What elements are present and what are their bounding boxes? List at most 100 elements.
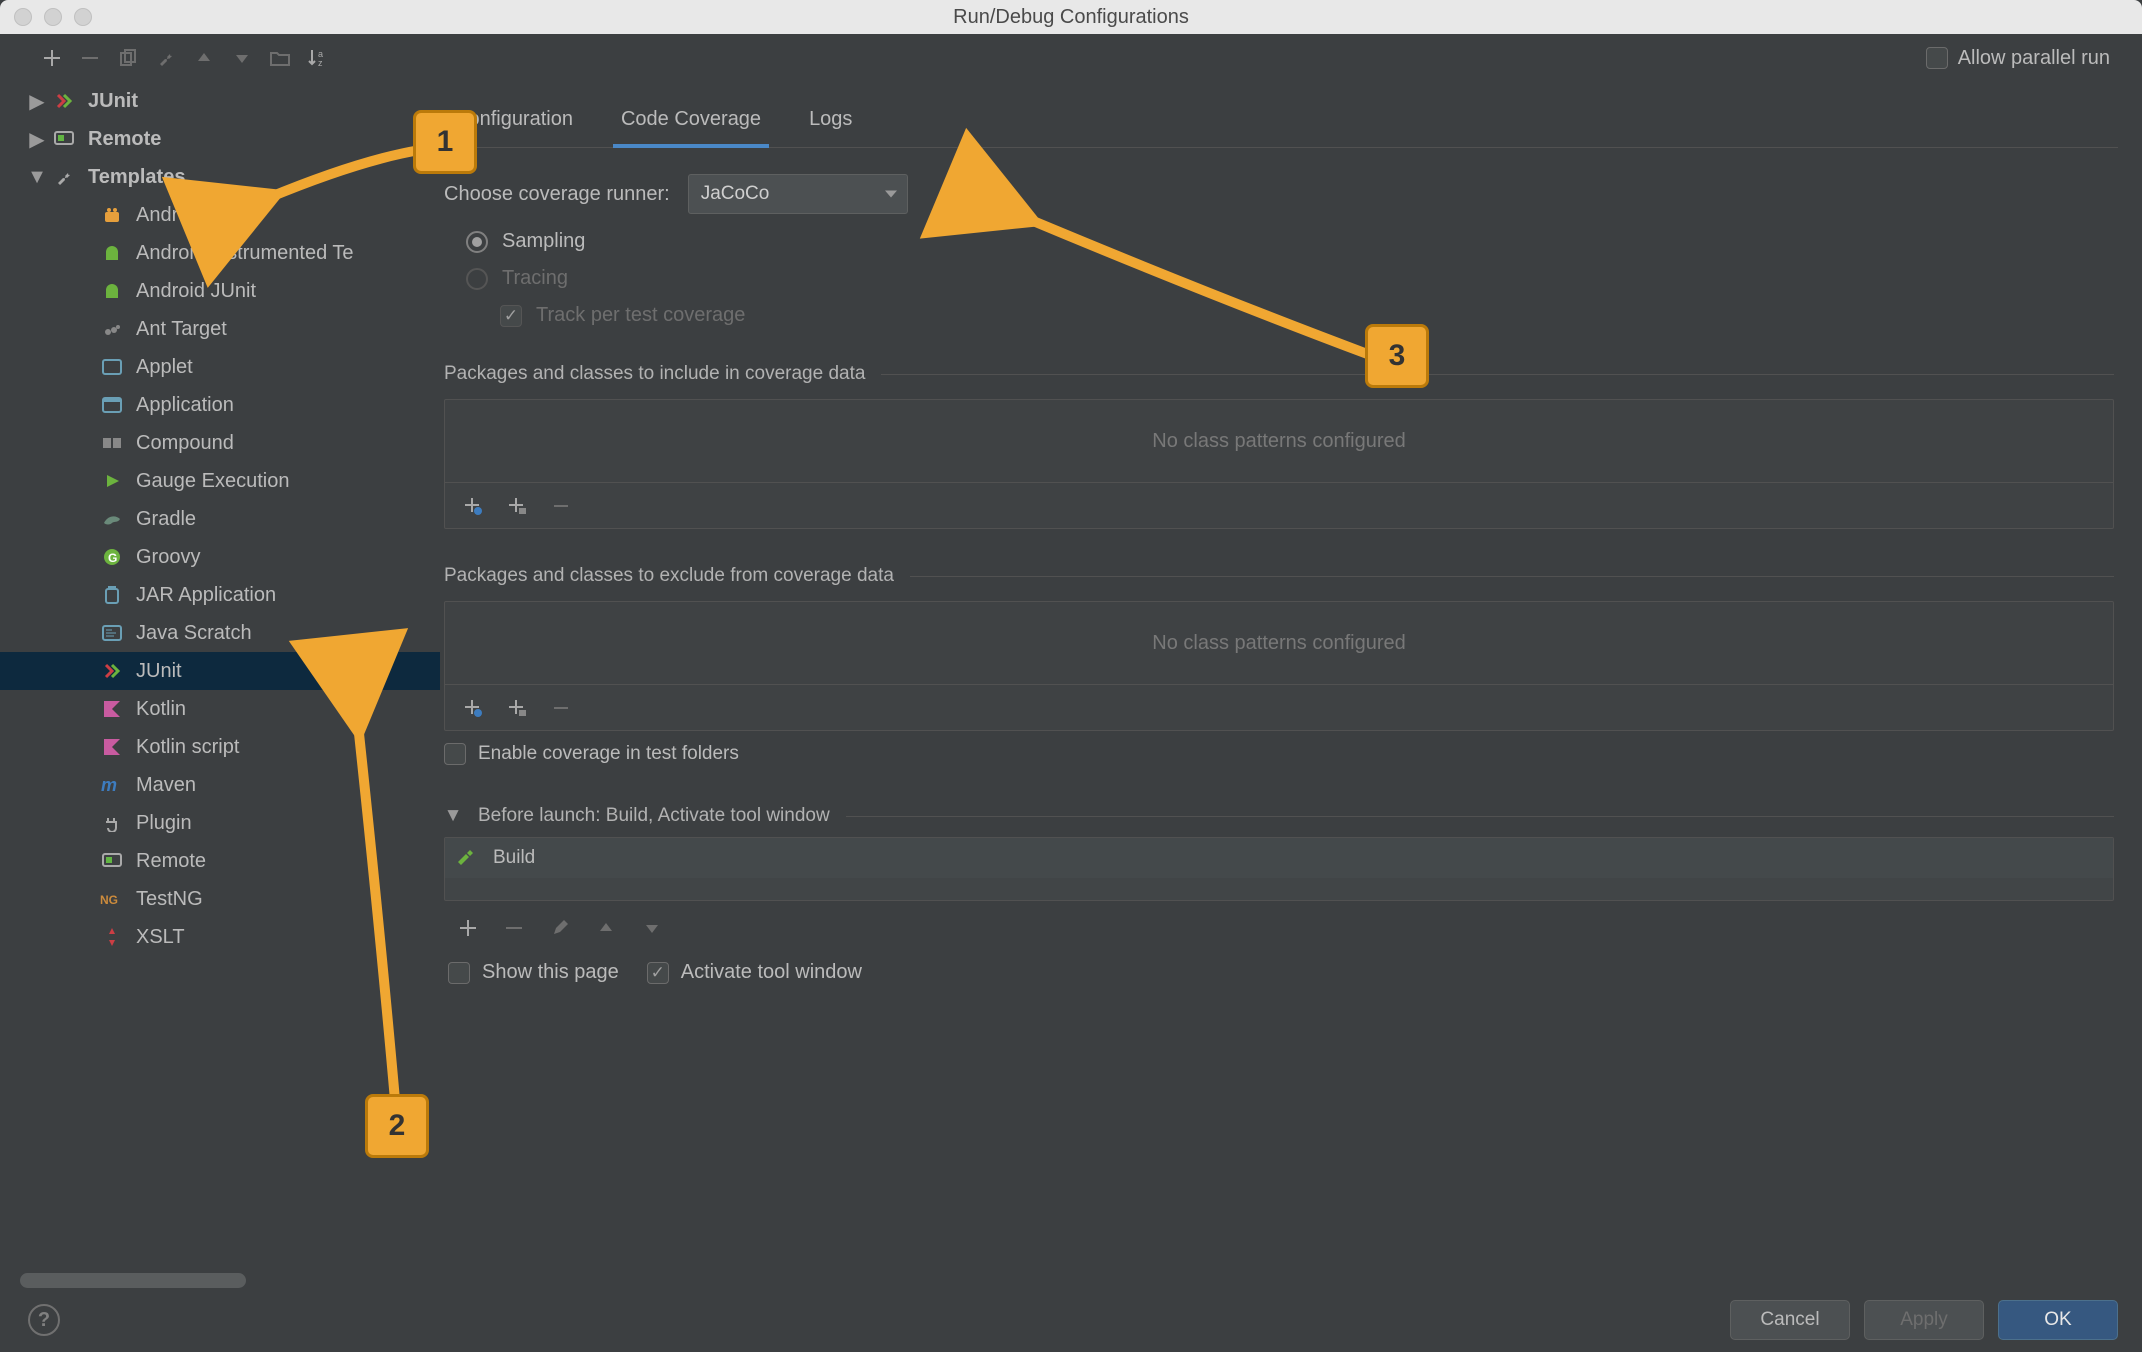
before-launch-list[interactable]: Build xyxy=(444,837,2114,901)
move-up-icon[interactable] xyxy=(594,916,618,940)
tree-node-gradle[interactable]: Gradle xyxy=(0,500,440,538)
svg-text:m: m xyxy=(101,776,117,794)
add-package-icon[interactable] xyxy=(505,696,529,720)
config-toolbar: az xyxy=(0,34,440,82)
hammer-icon xyxy=(453,846,477,870)
testng-icon: NG xyxy=(100,887,124,911)
svg-text:G: G xyxy=(108,551,117,565)
radio-icon xyxy=(466,231,488,253)
tree-node-android-instrumented[interactable]: Android Instrumented Te xyxy=(0,234,440,272)
tree-node-junit[interactable]: JUnit xyxy=(0,652,440,690)
tree-node-applet[interactable]: Applet xyxy=(0,348,440,386)
tree-node-remote-root[interactable]: ▶ Remote xyxy=(0,120,440,158)
wrench-icon xyxy=(52,165,76,189)
tree-label: Ant Target xyxy=(136,318,227,341)
add-class-icon[interactable] xyxy=(461,494,485,518)
remove-config-icon[interactable] xyxy=(78,46,102,70)
activate-window-checkbox[interactable] xyxy=(647,962,669,984)
move-up-icon[interactable] xyxy=(192,46,216,70)
tree-node-java-scratch[interactable]: Java Scratch xyxy=(0,614,440,652)
cancel-button[interactable]: Cancel xyxy=(1730,1300,1850,1340)
folder-icon[interactable] xyxy=(268,46,292,70)
before-launch-item-build[interactable]: Build xyxy=(445,838,2113,878)
include-section-header: Packages and classes to include in cover… xyxy=(444,363,865,385)
svg-text:NG: NG xyxy=(100,893,118,907)
tree-node-android-junit[interactable]: Android JUnit xyxy=(0,272,440,310)
tree-node-plugin[interactable]: Plugin xyxy=(0,804,440,842)
twisty-open-icon[interactable]: ▼ xyxy=(444,805,462,827)
build-label: Build xyxy=(493,847,535,869)
enable-test-folders-checkbox[interactable] xyxy=(444,743,466,765)
separator-line xyxy=(910,576,2114,577)
sampling-label: Sampling xyxy=(502,230,585,253)
traffic-close-icon[interactable] xyxy=(14,8,32,26)
tree-label: Java Scratch xyxy=(136,622,252,645)
tree-node-android-app[interactable]: Android App xyxy=(0,196,440,234)
move-down-icon[interactable] xyxy=(230,46,254,70)
config-tabs: Configuration Code Coverage Logs xyxy=(440,100,2118,148)
tab-code-coverage[interactable]: Code Coverage xyxy=(617,100,765,147)
tree-node-junit-root[interactable]: ▶ JUnit xyxy=(0,82,440,120)
tab-logs[interactable]: Logs xyxy=(805,100,856,147)
before-launch-toolbar xyxy=(444,907,2114,949)
traffic-minimize-icon[interactable] xyxy=(44,8,62,26)
allow-parallel-checkbox[interactable] xyxy=(1926,47,1948,69)
separator-line xyxy=(846,816,2114,817)
tree-label: Applet xyxy=(136,356,193,379)
add-task-icon[interactable] xyxy=(456,916,480,940)
tree-node-templates-root[interactable]: ▼ Templates xyxy=(0,158,440,196)
remove-task-icon[interactable] xyxy=(502,916,526,940)
tree-node-ant-target[interactable]: Ant Target xyxy=(0,310,440,348)
compound-icon xyxy=(100,431,124,455)
application-icon xyxy=(100,393,124,417)
tree-horizontal-scrollbar[interactable] xyxy=(20,1273,430,1288)
tree-label: Plugin xyxy=(136,812,192,835)
tree-node-maven[interactable]: m Maven xyxy=(0,766,440,804)
twisty-icon: ▶ xyxy=(28,127,46,152)
tree-label: Android JUnit xyxy=(136,280,256,303)
remote-icon xyxy=(52,127,76,151)
show-page-checkbox[interactable] xyxy=(448,962,470,984)
tree-node-groovy[interactable]: GGroovy xyxy=(0,538,440,576)
android-icon xyxy=(100,203,124,227)
wrench-icon[interactable] xyxy=(154,46,178,70)
tree-node-application[interactable]: Application xyxy=(0,386,440,424)
remove-pattern-icon[interactable] xyxy=(549,494,573,518)
tree-label: TestNG xyxy=(136,888,203,911)
tree-label: Maven xyxy=(136,774,196,797)
ok-button[interactable]: OK xyxy=(1998,1300,2118,1340)
tree-node-xslt[interactable]: XSLT xyxy=(0,918,440,956)
tree-label: Application xyxy=(136,394,234,417)
sampling-radio-row[interactable]: Sampling xyxy=(466,230,2114,253)
tree-label: Android App xyxy=(136,204,245,227)
help-icon[interactable]: ? xyxy=(28,1304,60,1336)
tree-label: Templates xyxy=(88,166,185,189)
add-package-icon[interactable] xyxy=(505,494,529,518)
add-config-icon[interactable] xyxy=(40,46,64,70)
activate-window-label: Activate tool window xyxy=(681,961,862,984)
sort-az-icon[interactable]: az xyxy=(306,46,330,70)
tree-node-compound[interactable]: Compound xyxy=(0,424,440,462)
callout-1: 1 xyxy=(413,110,477,174)
tree-label: Android Instrumented Te xyxy=(136,242,354,265)
remove-ップ-icon attern-icon[interactable] xyxy=(549,696,573,720)
tree-node-gauge[interactable]: Gauge Execution xyxy=(0,462,440,500)
tree-node-testng[interactable]: NG TestNG xyxy=(0,880,440,918)
coverage-runner-select[interactable]: JaCoCo xyxy=(688,174,908,214)
tree-node-kotlin-script[interactable]: Kotlin script xyxy=(0,728,440,766)
track-per-test-row: Track per test coverage xyxy=(466,304,2114,327)
add-class-icon[interactable] xyxy=(461,696,485,720)
apply-button[interactable]: Apply xyxy=(1864,1300,1984,1340)
tree-node-kotlin[interactable]: Kotlin xyxy=(0,690,440,728)
move-down-icon[interactable] xyxy=(640,916,664,940)
edit-task-icon[interactable] xyxy=(548,916,572,940)
callout-3: 3 xyxy=(1365,324,1429,388)
tree-node-remote[interactable]: Remote xyxy=(0,842,440,880)
tree-node-jar[interactable]: JAR Application xyxy=(0,576,440,614)
right-column: Allow parallel run Configuration Code Co… xyxy=(440,34,2142,1288)
callout-2: 2 xyxy=(365,1094,429,1158)
jar-icon xyxy=(100,583,124,607)
applet-icon xyxy=(100,355,124,379)
traffic-zoom-icon[interactable] xyxy=(74,8,92,26)
copy-config-icon[interactable] xyxy=(116,46,140,70)
